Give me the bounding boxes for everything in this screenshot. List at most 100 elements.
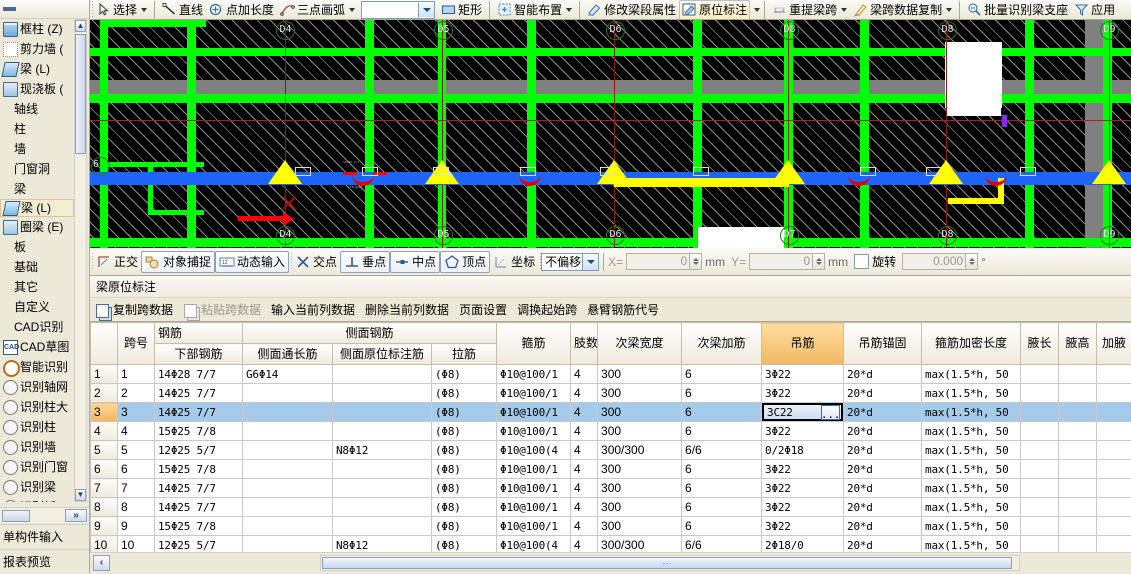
cell-side_insitu[interactable] [333,517,432,536]
cell-hanger[interactable]: 3Φ22 [762,517,844,536]
cell-bottom_rebar[interactable]: 12Φ25 5/7 [155,536,243,553]
cell-haunch_h[interactable] [1059,517,1097,536]
cell-sec_width[interactable]: 300 [598,365,682,384]
table-row[interactable]: 7714Φ25 7/7(Φ8)Φ10@100/1430063Φ2220*dmax… [91,479,1131,498]
cell-sec_addrebar[interactable]: 6/6 [682,536,762,553]
cell-stirrup_dense[interactable]: max(1.5*h, 50 [922,384,1021,403]
toolbar-item-smart-layout[interactable]: 智能布置 [494,1,575,19]
scroll-up-icon[interactable]: ▲ [75,20,86,32]
cell-side_through[interactable] [243,498,333,517]
cell-legs[interactable]: 4 [571,365,598,384]
cell-haunch_h[interactable] [1059,422,1097,441]
cell-sec_addrebar[interactable]: 6 [682,365,762,384]
cell-hanger_anchor[interactable]: 20*d [844,384,922,403]
cell-side_insitu[interactable] [333,460,432,479]
table-row[interactable]: 6615Φ25 7/8(Φ8)Φ10@100/1430063Φ2220*dmax… [91,460,1131,479]
col-tie-rebar[interactable]: 拉筋 [432,344,497,365]
command-paste-span-data[interactable]: 粘贴跨数据 [178,300,266,320]
cell-hanger[interactable]: 3Φ22 [762,498,844,517]
cell-haunch_h[interactable] [1059,403,1097,422]
cell-haunch[interactable] [1097,441,1131,460]
table-row[interactable]: 8814Φ25 7/7(Φ8)Φ10@100/1430063Φ2220*dmax… [91,498,1131,517]
command-input-current-column-data[interactable]: 输入当前列数据 [266,300,360,320]
sidebar-item-beam[interactable]: 梁 (L) [0,199,74,217]
cell-sec_addrebar[interactable]: 6 [682,403,762,422]
cell-stirrup_dense[interactable]: max(1.5*h, 50 [922,460,1021,479]
col-haunch-height[interactable]: 腋高 [1059,323,1097,365]
cell-sec_width[interactable]: 300/300 [598,441,682,460]
cell-no[interactable]: 8 [91,498,118,517]
chevron-down-icon[interactable] [582,254,598,270]
cell-haunch[interactable] [1097,536,1131,553]
col-side-insitu-rebar[interactable]: 侧面原位标注筋 [333,344,432,365]
cell-haunch_len[interactable] [1021,403,1059,422]
cell-tie[interactable]: (Φ8) [432,517,497,536]
col-haunch[interactable]: 加腋 [1097,323,1131,365]
cell-sec_width[interactable]: 300/300 [598,536,682,553]
table-row[interactable]: 2214Φ25 7/7(Φ8)Φ10@100/1430063Φ2220*dmax… [91,384,1131,403]
cell-haunch_len[interactable] [1021,460,1059,479]
horizontal-scroll-thumb[interactable]: ··· [322,557,1012,569]
horizontal-scroll-track[interactable]: ··· [320,555,1020,571]
cell-span_no[interactable]: 8 [118,498,155,517]
chevron-down-icon[interactable] [754,8,760,12]
cell-haunch_h[interactable] [1059,536,1097,553]
cell-side_through[interactable] [243,536,333,553]
cell-stirrup_dense[interactable]: max(1.5*h, 50 [922,536,1021,553]
cell-side_insitu[interactable] [333,479,432,498]
sidebar-expand-button[interactable]: » [65,509,87,522]
cell-stirrup_dense[interactable]: max(1.5*h, 50 [922,422,1021,441]
cell-hanger[interactable]: 2Φ18/0 [762,536,844,553]
cell-hanger[interactable]: 3Φ22 [762,365,844,384]
cell-tie[interactable]: (Φ8) [432,384,497,403]
cell-haunch[interactable] [1097,460,1131,479]
cell-bottom_rebar[interactable]: 15Φ25 7/8 [155,422,243,441]
cell-hanger[interactable]: 3C22... [762,403,844,422]
rotate-checkbox[interactable] [854,254,869,269]
col-haunch-length[interactable]: 腋长 [1021,323,1059,365]
cell-stirrup[interactable]: Φ10@100/1 [497,365,571,384]
chevron-down-icon[interactable] [841,8,847,12]
cell-haunch_len[interactable] [1021,441,1059,460]
cell-bottom_rebar[interactable]: 14Φ25 7/7 [155,384,243,403]
toolbar-item-re-extract-span[interactable]: 重提梁跨 [769,1,850,19]
cell-bottom_rebar[interactable]: 15Φ25 7/8 [155,460,243,479]
cell-side_through[interactable] [243,403,333,422]
cell-haunch_len[interactable] [1021,384,1059,403]
status-button-object-snap[interactable]: 对象捕捉 [141,251,215,273]
cell-span_no[interactable]: 6 [118,460,155,479]
cell-stirrup_dense[interactable]: max(1.5*h, 50 [922,498,1021,517]
toolbar-item-copy-span-data[interactable]: 梁跨数据复制 [850,1,955,19]
cell-span_no[interactable]: 3 [118,403,155,422]
toolbar-item-three-point-arc[interactable]: 三点画弧 [277,1,358,19]
cell-hanger[interactable]: 3Φ22 [762,384,844,403]
cell-haunch_h[interactable] [1059,441,1097,460]
col-span-no[interactable]: 跨号 [118,323,155,365]
cell-no[interactable]: 9 [91,517,118,536]
cell-haunch_len[interactable] [1021,365,1059,384]
cell-span_no[interactable]: 5 [118,441,155,460]
chevron-down-icon[interactable] [566,8,572,12]
cell-legs[interactable]: 4 [571,498,598,517]
status-button-perpendicular[interactable]: 垂点 [340,251,390,273]
toolbar-item-edit-beam-segment[interactable]: 修改梁段属性 [584,1,679,19]
cell-sec_addrebar[interactable]: 6 [682,498,762,517]
cell-haunch[interactable] [1097,517,1131,536]
cell-sec_width[interactable]: 300 [598,422,682,441]
cell-hanger_anchor[interactable]: 20*d [844,422,922,441]
cell-stirrup[interactable]: Φ10@100/1 [497,403,571,422]
cell-hanger[interactable]: 0/2Φ18 [762,441,844,460]
cell-sec_addrebar[interactable]: 6 [682,460,762,479]
cell-hanger_anchor[interactable]: 20*d [844,479,922,498]
cell-tie[interactable]: (Φ8) [432,498,497,517]
cell-hanger_anchor[interactable]: 20*d [844,517,922,536]
cell-stirrup[interactable]: Φ10@100(4 [497,441,571,460]
cell-hanger_anchor[interactable]: 20*d [844,441,922,460]
cell-span_no[interactable]: 1 [118,365,155,384]
status-button-midpoint[interactable]: 中点 [390,251,440,273]
chevron-down-icon[interactable] [349,8,355,12]
cell-tie[interactable]: (Φ8) [432,536,497,553]
cell-no[interactable]: 6 [91,460,118,479]
cell-legs[interactable]: 4 [571,403,598,422]
cell-stirrup[interactable]: Φ10@100/1 [497,498,571,517]
